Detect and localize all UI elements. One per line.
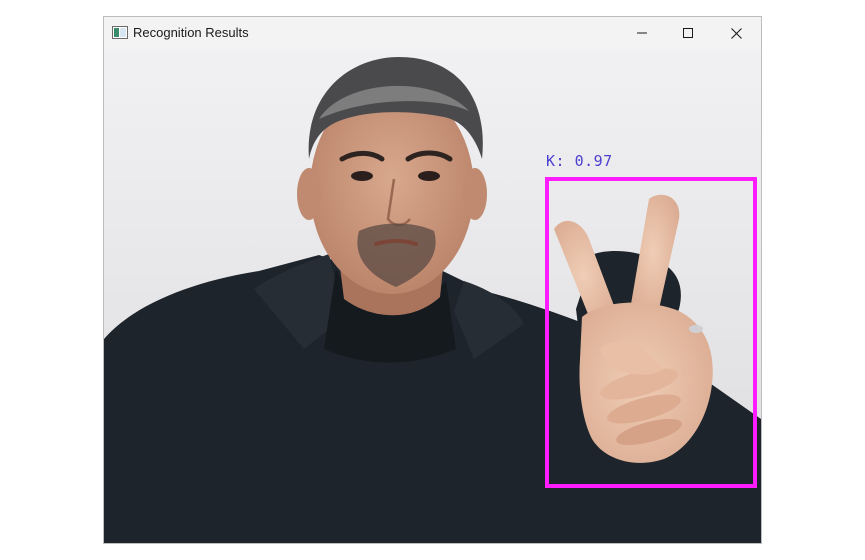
maximize-icon <box>683 28 693 38</box>
title-bar[interactable]: Recognition Results <box>104 17 761 49</box>
recognition-results-window: Recognition Results K: 0.97 <box>103 16 762 544</box>
detection-bounding-box <box>545 177 757 488</box>
minimize-icon <box>637 28 647 38</box>
window-app-icon <box>112 26 128 39</box>
camera-frame: K: 0.97 <box>104 49 761 543</box>
detection-label: K: 0.97 <box>546 152 613 170</box>
close-button[interactable] <box>713 17 759 49</box>
maximize-button[interactable] <box>665 17 711 49</box>
window-title: Recognition Results <box>133 25 249 40</box>
minimize-button[interactable] <box>619 17 665 49</box>
close-icon <box>730 27 742 39</box>
